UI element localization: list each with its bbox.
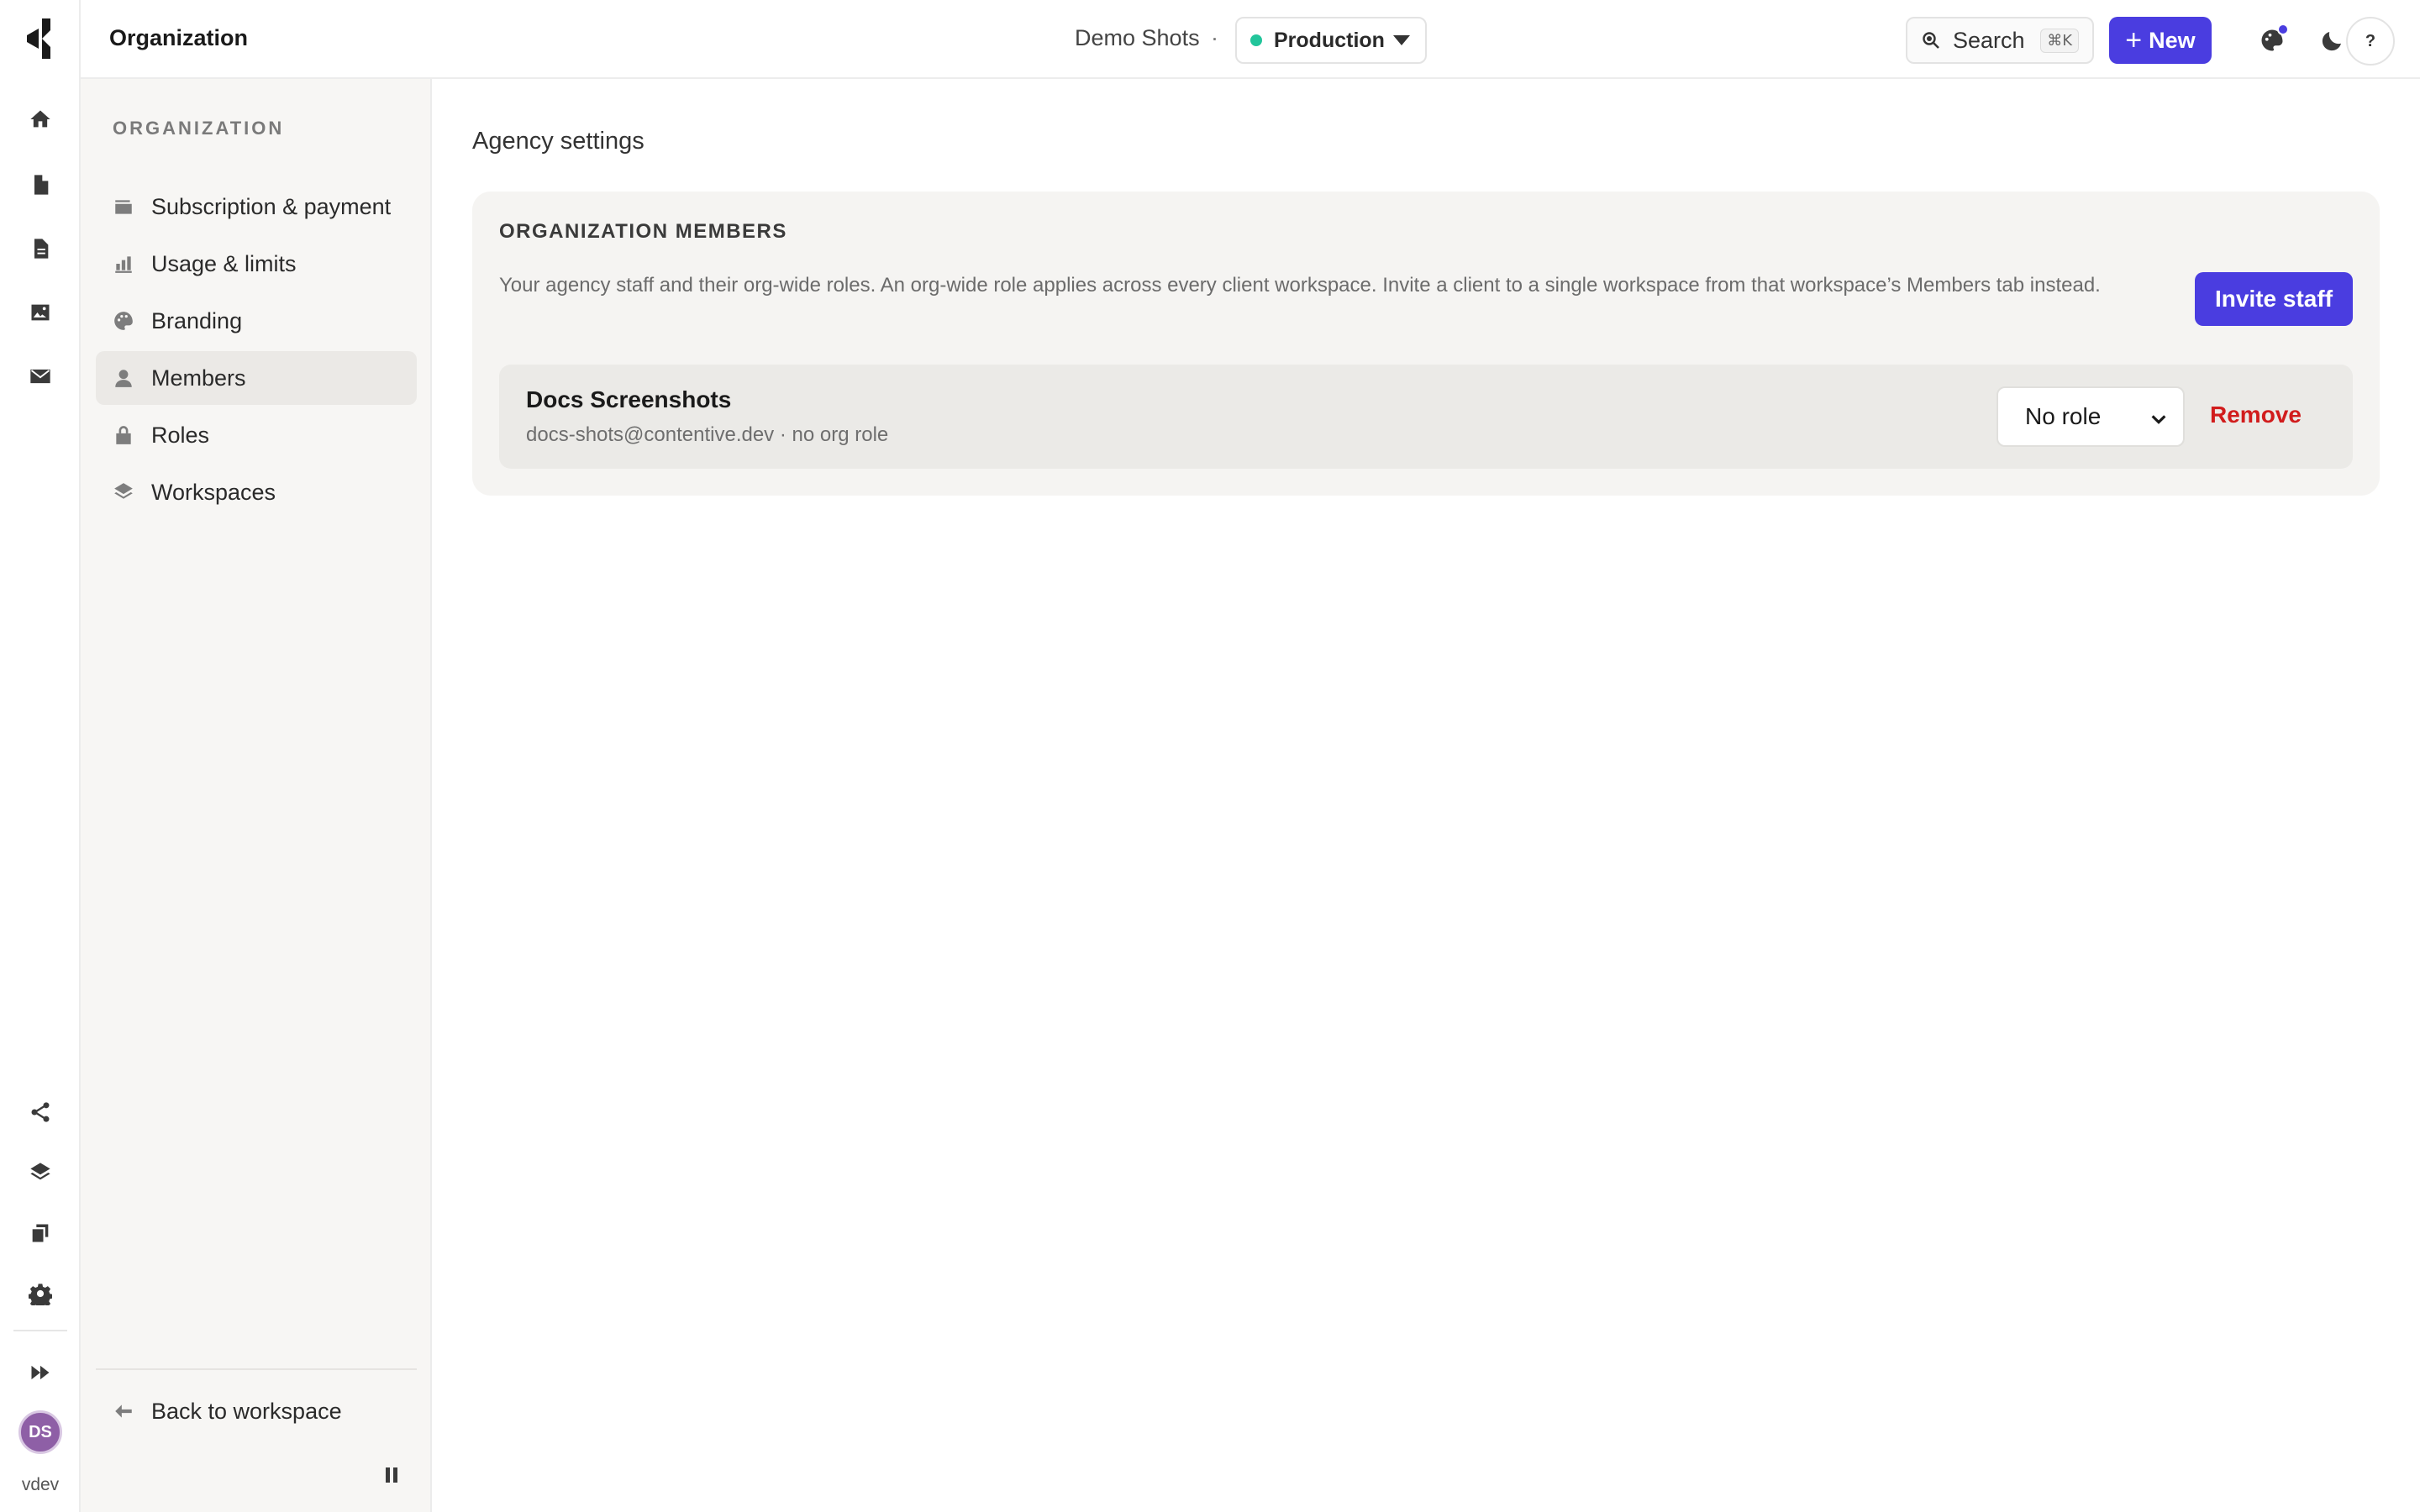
pause-icon: [386, 1467, 397, 1483]
new-button-label: New: [2149, 27, 2196, 53]
top-bar: Organization Demo Shots · Production Sea…: [81, 0, 2420, 79]
settings-sidebar: ORGANIZATION Subscription & payment Usag…: [81, 79, 432, 1512]
environment-label: Production: [1274, 28, 1385, 52]
home-icon[interactable]: [20, 99, 60, 139]
sidebar-item-subscription[interactable]: Subscription & payment: [96, 180, 417, 234]
card-icon: [115, 200, 132, 214]
sidebar-heading: ORGANIZATION: [113, 118, 285, 139]
search-label: Search: [1953, 27, 2025, 53]
palette-icon: [114, 312, 133, 330]
fast-forward-icon[interactable]: [20, 1352, 60, 1393]
search-button[interactable]: Search ⌘K: [1906, 17, 2094, 64]
sidebar-item-usage[interactable]: Usage & limits: [96, 237, 417, 291]
page-title: Agency settings: [472, 128, 644, 155]
icon-rail: DS vdev: [0, 0, 81, 1512]
caret-down-icon: [1393, 35, 1410, 45]
card-heading: ORGANIZATION MEMBERS: [499, 220, 787, 243]
image-icon[interactable]: [20, 292, 60, 333]
arrow-left-icon: [115, 1404, 132, 1418]
mail-icon[interactable]: [20, 356, 60, 396]
project-name[interactable]: Demo Shots: [1075, 25, 1200, 51]
member-name: Docs Screenshots: [526, 386, 732, 412]
back-to-workspace-label: Back to workspace: [151, 1398, 342, 1424]
card-description: Your agency staff and their org-wide rol…: [499, 274, 2101, 297]
avatar[interactable]: DS: [18, 1410, 62, 1454]
back-to-workspace-link[interactable]: Back to workspace: [96, 1384, 417, 1438]
chevron-down-icon: [2151, 415, 2166, 424]
moon-icon: [2322, 32, 2341, 51]
notifications-button[interactable]: [2249, 17, 2296, 64]
environment-status-dot: [1250, 34, 1262, 46]
member-detail: docs-shots@contentive.dev · no org role: [526, 423, 889, 446]
organization-members-card: ORGANIZATION MEMBERS Your agency staff a…: [472, 192, 2380, 496]
environment-select[interactable]: Production: [1235, 17, 1427, 64]
sidebar-item-label: Branding: [151, 307, 243, 333]
help-button[interactable]: ?: [2346, 17, 2395, 66]
sidebar-item-label: Workspaces: [151, 479, 276, 505]
invite-staff-button[interactable]: Invite staff: [2195, 272, 2353, 326]
sidebar-item-label: Members: [151, 365, 246, 391]
notification-badge: [2277, 24, 2289, 35]
member-row: Docs Screenshots docs-shots@contentive.d…: [499, 365, 2353, 469]
person-icon: [115, 370, 132, 387]
sidebar-item-roles[interactable]: Roles: [96, 408, 417, 462]
breadcrumb-separator: ·: [1211, 25, 1218, 50]
search-icon: [1923, 32, 1939, 49]
page-section-title: Organization: [109, 25, 249, 50]
user-label: vdev: [21, 1475, 60, 1494]
main-content: Agency settings ORGANIZATION MEMBERS You…: [434, 79, 2420, 1512]
gear-icon[interactable]: [20, 1273, 60, 1314]
sidebar-item-label: Subscription & payment: [151, 193, 392, 219]
layers-icon[interactable]: [20, 1152, 60, 1193]
sidebar-item-workspaces[interactable]: Workspaces: [96, 465, 417, 519]
sidebar-item-members[interactable]: Members: [96, 351, 417, 405]
lock-icon: [116, 426, 131, 444]
rail-divider: [13, 1330, 67, 1331]
sidebar-item-label: Usage & limits: [151, 250, 297, 276]
collapse-sidebar-button[interactable]: [376, 1460, 407, 1490]
plus-icon: +: [2125, 24, 2143, 56]
sidebar-item-branding[interactable]: Branding: [96, 294, 417, 348]
share-icon[interactable]: [20, 1092, 60, 1132]
layers-icon: [114, 483, 133, 499]
page-icon[interactable]: [20, 165, 60, 205]
app-logo-icon[interactable]: [24, 18, 57, 59]
document-icon[interactable]: [20, 228, 60, 269]
role-select-value: No role: [2025, 403, 2102, 429]
role-select[interactable]: No role: [1996, 386, 2185, 447]
bar-chart-icon: [115, 256, 132, 273]
sidebar-item-label: Roles: [151, 422, 210, 448]
remove-member-button[interactable]: Remove: [2210, 402, 2302, 428]
search-shortcut: ⌘K: [2040, 28, 2079, 53]
new-button[interactable]: + New: [2109, 17, 2212, 64]
sidebar-divider: [96, 1368, 417, 1370]
copy-icon[interactable]: [20, 1213, 60, 1253]
